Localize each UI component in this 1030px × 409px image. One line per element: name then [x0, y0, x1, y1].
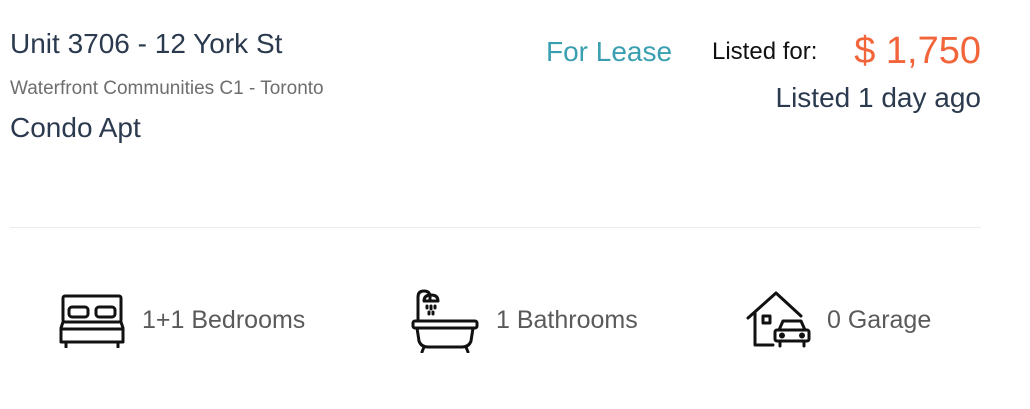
listed-for-label: Listed for: — [712, 38, 818, 65]
listing-address: Unit 3706 - 12 York St — [10, 28, 283, 59]
section-divider — [10, 227, 981, 228]
listed-date: Listed 1 day ago — [775, 82, 982, 113]
bedrooms-feature: 1+1 Bedrooms — [58, 288, 305, 352]
garage-feature: 0 Garage — [745, 288, 931, 352]
listing-area: Waterfront Communities C1 - Toronto — [10, 78, 324, 99]
bedrooms-label: 1+1 Bedrooms — [142, 305, 306, 334]
bed-icon — [58, 292, 126, 348]
listing-price: $ 1,750 — [854, 30, 981, 72]
garage-label: 0 Garage — [827, 305, 932, 334]
garage-icon — [745, 290, 811, 350]
bathtub-icon — [410, 287, 480, 353]
listing-status: For Lease — [546, 36, 673, 67]
bathrooms-label: 1 Bathrooms — [496, 305, 638, 334]
property-type: Condo Apt — [10, 112, 141, 143]
bathrooms-feature: 1 Bathrooms — [410, 287, 638, 353]
